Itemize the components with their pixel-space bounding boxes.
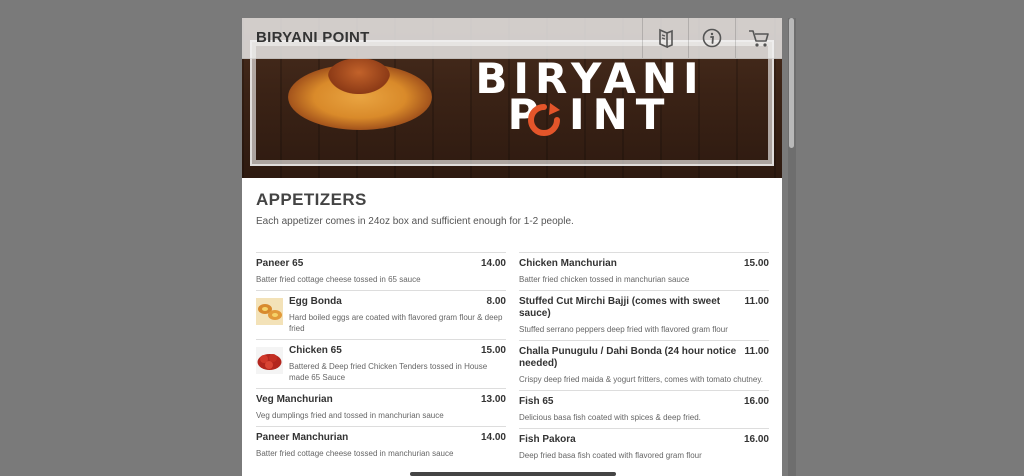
item-description: Batter fried cottage cheese tossed in 65… xyxy=(256,275,421,284)
item-name: Fish 65 xyxy=(519,396,554,407)
logo-refresh-o-icon xyxy=(528,103,560,136)
info-button[interactable] xyxy=(688,18,735,58)
menu-panel: BIRYANI P INT BIRYANI POINT APPETIZERS E… xyxy=(242,18,782,476)
item-name: Stuffed Cut Mirchi Bajji (comes with swe… xyxy=(519,296,721,319)
item-price: 14.00 xyxy=(480,258,506,269)
logo-text-line2: P INT xyxy=(507,90,673,139)
menu-item[interactable]: Chicken Manchurian 15.00 Batter fried ch… xyxy=(519,252,769,290)
cart-button[interactable] xyxy=(735,18,782,58)
item-description: Batter fried cottage cheese tossed in ma… xyxy=(256,449,454,458)
item-description: Hard boiled eggs are coated with flavore… xyxy=(289,313,503,333)
item-price: 14.00 xyxy=(480,432,506,443)
menu-item[interactable]: Chicken 65 15.00 Battered & Deep fried C… xyxy=(256,339,506,388)
item-description: Crispy deep fried maida & yogurt fritter… xyxy=(519,375,763,384)
item-price: 11.00 xyxy=(744,296,769,307)
item-price: 15.00 xyxy=(743,258,769,269)
item-description: Veg dumplings fried and tossed in manchu… xyxy=(256,411,444,420)
menu-book-button[interactable] xyxy=(642,18,689,58)
scrollbar-thumb[interactable] xyxy=(789,18,794,148)
menu-item[interactable]: Fish Pakora 16.00 Deep fried basa fish c… xyxy=(519,428,769,466)
item-name: Paneer Manchurian xyxy=(256,432,349,443)
item-price: 8.00 xyxy=(486,296,506,307)
menu-column-left: Paneer 65 14.00 Batter fried cottage che… xyxy=(256,252,506,464)
item-price: 13.00 xyxy=(480,394,506,405)
item-description: Deep fried basa fish coated with flavore… xyxy=(519,451,702,460)
item-name: Veg Manchurian xyxy=(256,394,333,405)
header-bar: BIRYANI POINT xyxy=(242,18,782,59)
item-name: Chicken Manchurian xyxy=(519,258,617,269)
section-description: Each appetizer comes in 24oz box and suf… xyxy=(256,216,574,227)
item-name: Paneer 65 xyxy=(256,258,304,269)
info-icon xyxy=(702,28,722,48)
item-price: 16.00 xyxy=(743,434,769,445)
cart-icon xyxy=(749,30,769,47)
item-description: Stuffed serrano peppers deep fried with … xyxy=(519,325,728,334)
item-name: Challa Punugulu / Dahi Bonda (24 hour no… xyxy=(519,346,737,369)
item-name: Egg Bonda xyxy=(289,296,342,307)
chicken-65-image xyxy=(256,347,283,374)
item-price: 16.00 xyxy=(743,396,769,407)
item-name: Chicken 65 xyxy=(289,345,342,356)
menu-item[interactable]: Stuffed Cut Mirchi Bajji (comes with swe… xyxy=(519,290,769,340)
scrollbar[interactable] xyxy=(788,18,796,476)
menu-item[interactable]: Paneer Manchurian 14.00 Batter fried cot… xyxy=(256,426,506,464)
menu-item[interactable]: Veg Manchurian 13.00 Veg dumplings fried… xyxy=(256,388,506,426)
item-description: Battered & Deep fried Chicken Tenders to… xyxy=(289,362,488,382)
item-description: Batter fried chicken tossed in manchuria… xyxy=(519,275,690,284)
egg-bonda-image xyxy=(256,298,283,325)
bottom-scroll-indicator xyxy=(410,472,616,476)
menu-item[interactable]: Fish 65 16.00 Delicious basa fish coated… xyxy=(519,390,769,428)
menu-item[interactable]: Egg Bonda 8.00 Hard boiled eggs are coat… xyxy=(256,290,506,339)
item-name: Fish Pakora xyxy=(519,434,576,445)
item-price: 11.00 xyxy=(744,346,769,357)
item-description: Delicious basa fish coated with spices &… xyxy=(519,413,701,422)
menu-item[interactable]: Challa Punugulu / Dahi Bonda (24 hour no… xyxy=(519,340,769,390)
item-price: 15.00 xyxy=(480,345,506,356)
restaurant-title: BIRYANI POINT xyxy=(256,29,370,46)
section-title: APPETIZERS xyxy=(256,190,367,209)
menu-item[interactable]: Paneer 65 14.00 Batter fried cottage che… xyxy=(256,252,506,290)
menu-column-right: Chicken Manchurian 15.00 Batter fried ch… xyxy=(519,252,769,466)
menu-book-icon xyxy=(659,28,673,48)
biryani-meat-image xyxy=(328,58,390,94)
